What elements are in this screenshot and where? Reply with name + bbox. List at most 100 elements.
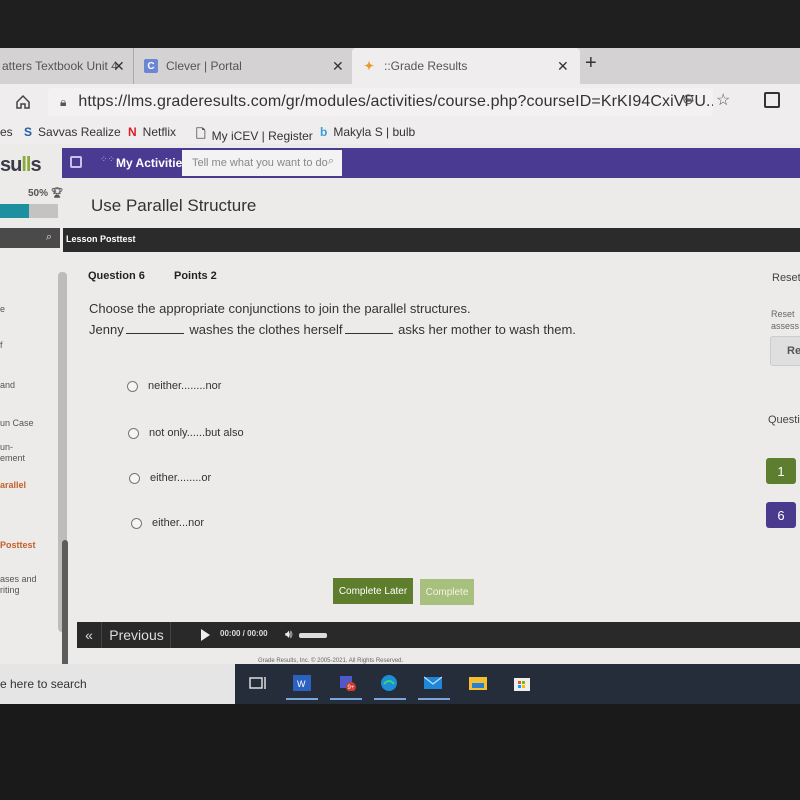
clever-icon: C: [144, 59, 158, 73]
sentence-part: asks her mother to wash them.: [398, 322, 576, 337]
sidebar-item[interactable]: and: [0, 380, 15, 391]
bookmarks-bar: es S Savvas Realize N Netflix 🗋︎ My iCEV…: [0, 120, 800, 144]
close-icon[interactable]: ✕: [557, 58, 569, 75]
bookmark-savvas[interactable]: S Savvas Realize: [24, 125, 121, 139]
reset-desc-line: assess: [771, 321, 800, 331]
word-icon[interactable]: W: [293, 675, 311, 691]
page-title: Use Parallel Structure: [91, 196, 257, 215]
radio-button[interactable]: [128, 427, 139, 439]
sidebar-item[interactable]: e: [0, 304, 5, 315]
screen: atters Textbook Unit 4 ✕ C Clever | Port…: [0, 0, 800, 800]
option-either-nor[interactable]: either...nor: [131, 517, 204, 529]
tab-label: atters Textbook Unit 4: [2, 59, 118, 73]
progress-bar: [0, 204, 58, 218]
bookmark-label: My iCEV | Register: [211, 128, 313, 143]
desk-area: [0, 704, 800, 800]
bookmark-label: Makyla S | bulb: [333, 125, 416, 139]
sidebar-search[interactable]: ⌕: [0, 228, 60, 248]
radio-button[interactable]: [127, 380, 138, 392]
menu-icon[interactable]: [70, 156, 82, 168]
question-text: Choose the appropriate conjunctions to j…: [89, 298, 576, 340]
grade-results-icon: ✦: [363, 59, 375, 73]
teams-icon[interactable]: 9+: [338, 675, 356, 691]
reset-description: Reset assess: [771, 308, 799, 332]
bookmark-netflix[interactable]: N Netflix: [128, 125, 176, 139]
volume-slider[interactable]: [299, 633, 327, 638]
sentence-part: Jenny: [89, 322, 124, 337]
edge-icon[interactable]: [380, 675, 398, 691]
logo-text: su: [0, 154, 22, 176]
bookmark-icev[interactable]: 🗋︎ My iCEV | Register: [196, 125, 313, 146]
previous-button[interactable]: Previous: [103, 622, 171, 648]
savvas-icon: S: [24, 125, 33, 139]
home-icon[interactable]: [14, 93, 32, 111]
question-points: Points 2: [174, 270, 217, 282]
monitor-bezel: [0, 0, 800, 48]
audio-time: 00:00 / 00:00: [220, 629, 268, 638]
option-label: not only......but also: [149, 427, 244, 439]
blank-2: [344, 322, 393, 334]
pocket-icon[interactable]: [764, 92, 780, 108]
complete-later-button[interactable]: Complete Later: [333, 578, 413, 604]
file-explorer-icon[interactable]: [469, 675, 487, 691]
apps-grid-icon[interactable]: ⁘⁘: [100, 155, 115, 169]
svg-text:W: W: [297, 679, 306, 689]
option-either-or[interactable]: either........or: [129, 472, 211, 484]
question-nav-button-1[interactable]: 1: [766, 458, 796, 484]
grade-results-logo[interactable]: sulls: [0, 154, 42, 177]
bookmark-label: Netflix: [142, 125, 177, 139]
tab-label: ::Grade Results: [384, 59, 468, 73]
taskbar-search-text: e here to search: [0, 677, 87, 691]
sidebar-item[interactable]: un- ement: [0, 442, 25, 464]
search-input[interactable]: Tell me what you want to do ⌕: [182, 150, 342, 176]
sidebar-item-posttest[interactable]: Posttest: [0, 540, 36, 551]
bookmark-label: Savvas Realize: [38, 125, 121, 139]
taskbar-search[interactable]: e here to search: [0, 664, 235, 704]
my-activities-link[interactable]: My Activities: [116, 156, 189, 170]
search-icon[interactable]: ⌕: [328, 155, 334, 168]
close-icon[interactable]: ✕: [332, 58, 344, 75]
trophy-icon: 🏆︎: [50, 188, 64, 199]
task-view-icon[interactable]: [249, 675, 267, 691]
question-prompt: Choose the appropriate conjunctions to j…: [89, 301, 471, 316]
new-tab-button[interactable]: +: [585, 52, 597, 75]
tab-textbook[interactable]: atters Textbook Unit 4 ✕: [0, 48, 133, 84]
top-nav-bar: ⁘⁘ My Activities Tell me what you want t…: [62, 148, 800, 178]
option-not-only-but-also[interactable]: not only......but also: [128, 427, 244, 439]
progress-fill: [0, 204, 29, 218]
bookmark-label: es: [0, 125, 13, 139]
radio-button[interactable]: [131, 517, 142, 529]
edge-running-indicator: [374, 698, 406, 700]
address-bar[interactable]: 🔒︎ https://lms.graderesults.com/gr/modul…: [48, 88, 713, 116]
bookmark-bulb[interactable]: b Makyla S | bulb: [320, 125, 415, 139]
document-icon: 🗋︎: [196, 127, 206, 141]
complete-button[interactable]: Complete: [420, 579, 474, 605]
tab-strip: atters Textbook Unit 4 ✕ C Clever | Port…: [0, 48, 800, 84]
bookmark-partial[interactable]: es: [0, 125, 13, 139]
sentence-part: washes the clothes herself: [189, 322, 343, 337]
zoom-out-icon[interactable]: ⊖: [682, 90, 695, 108]
sidebar-item[interactable]: f: [0, 340, 3, 351]
blank-1: [125, 322, 184, 334]
taskbar: e here to search W 9+: [0, 664, 800, 704]
logo-text: s: [30, 154, 41, 176]
microsoft-store-icon[interactable]: [513, 675, 531, 691]
sidebar-item[interactable]: un Case: [0, 418, 34, 429]
play-icon[interactable]: [201, 629, 210, 641]
search-icon[interactable]: ⌕: [46, 231, 52, 244]
sidebar-item-parallel[interactable]: arallel: [0, 480, 26, 491]
option-neither-nor[interactable]: neither........nor: [127, 380, 221, 392]
radio-button[interactable]: [129, 472, 140, 484]
reset-button[interactable]: Re: [770, 336, 800, 366]
close-icon[interactable]: ✕: [113, 58, 125, 75]
double-chevron-left-icon[interactable]: «: [77, 622, 102, 648]
volume-icon[interactable]: 🔊︎: [285, 627, 293, 642]
tab-clever[interactable]: C Clever | Portal ✕: [133, 48, 351, 84]
favorite-star-icon[interactable]: ☆: [716, 90, 730, 110]
sidebar-item[interactable]: ases and riting: [0, 574, 37, 596]
reset-heading: Reset: [772, 272, 800, 284]
lock-icon[interactable]: 🔒︎: [60, 95, 66, 110]
question-nav-button-6[interactable]: 6: [766, 502, 796, 528]
tab-grade-results[interactable]: ✦ ::Grade Results ✕: [352, 48, 580, 84]
mail-icon[interactable]: [424, 675, 442, 691]
